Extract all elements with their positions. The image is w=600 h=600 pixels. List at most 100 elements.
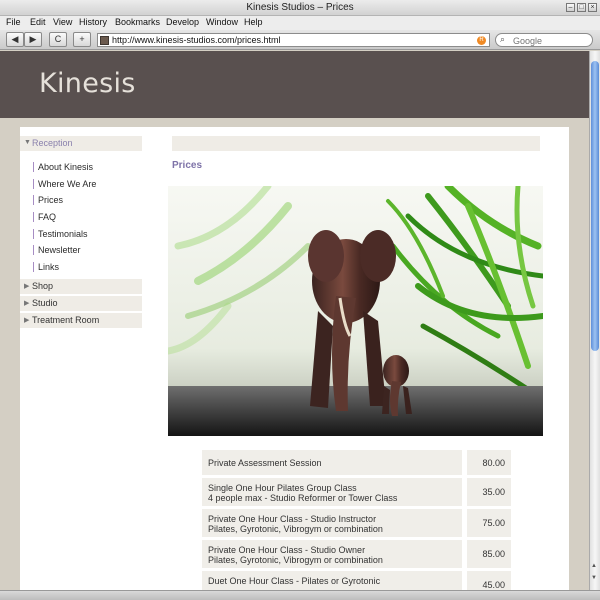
price-description: Private One Hour Class - Studio Instruct… (202, 509, 462, 537)
sidebar-item-faq[interactable]: FAQ (20, 209, 142, 226)
price-description-line: Duet One Hour Class - Pilates or Gyroton… (208, 576, 381, 586)
collapsed-arrow-icon: ▶ (24, 299, 30, 307)
menu-develop[interactable]: Develop (166, 17, 199, 27)
sidebar-nav: ▼ Reception About Kinesis Where We Are P… (20, 136, 142, 330)
price-value: 85.00 (467, 540, 511, 568)
price-row: Duet One Hour Class - Pilates or Gyroton… (202, 571, 511, 590)
vertical-scrollbar[interactable]: ▲ ▼ (589, 51, 600, 590)
add-icon: + (79, 34, 85, 44)
price-value: 45.00 (467, 571, 511, 590)
maximize-icon[interactable]: □ (577, 3, 586, 12)
expanded-arrow-icon: ▼ (24, 139, 31, 146)
price-value: 80.00 (467, 450, 511, 475)
browser-toolbar: ◀ ▶ C + http://www.kinesis-studios.com/p… (0, 30, 600, 50)
price-value: 75.00 (467, 509, 511, 537)
collapsed-arrow-icon: ▶ (24, 316, 30, 324)
price-description-line: 4 people max - Studio Reformer or Tower … (208, 493, 398, 503)
sidebar-item-label: Prices (38, 195, 64, 206)
sidebar-item-newsletter[interactable]: Newsletter (20, 242, 142, 259)
minimize-icon[interactable]: – (566, 3, 575, 12)
web-viewport: Kinesis ▼ Reception About Kinesis Where … (0, 51, 589, 590)
sidebar-item-label: Where We Are (38, 178, 97, 189)
price-description: Duet One Hour Class - Pilates or Gyroton… (202, 571, 462, 590)
status-bar (0, 590, 600, 600)
sidebar-item-links[interactable]: Links (20, 259, 142, 276)
price-description: Private Assessment Session (202, 450, 462, 475)
scroll-up-icon[interactable]: ▲ (591, 563, 597, 569)
search-box[interactable]: ⌕ (495, 33, 593, 47)
window-title: Kinesis Studios – Prices (246, 2, 354, 13)
content-top-band (172, 136, 540, 151)
sidebar-item-label: Testimonials (38, 228, 88, 239)
elephant-photo (168, 186, 543, 436)
sidebar-section-label: Studio (32, 297, 58, 308)
sidebar-section-treatment-room[interactable]: ▶ Treatment Room (20, 312, 142, 328)
sidebar-section-studio[interactable]: ▶ Studio (20, 295, 142, 311)
item-marker (33, 195, 34, 206)
price-description-line: Private Assessment Session (208, 458, 322, 468)
menu-help[interactable]: Help (244, 17, 263, 27)
sidebar-section-shop[interactable]: ▶ Shop (20, 278, 142, 294)
scrollbar-thumb[interactable] (591, 61, 599, 351)
item-marker (33, 262, 34, 273)
url-text[interactable]: http://www.kinesis-studios.com/prices.ht… (112, 35, 281, 45)
price-row: Single One Hour Pilates Group Class 4 pe… (202, 478, 511, 506)
item-marker (33, 245, 34, 256)
price-description-line: Single One Hour Pilates Group Class (208, 483, 357, 493)
menu-file[interactable]: File (6, 17, 21, 27)
menu-edit[interactable]: Edit (30, 17, 46, 27)
price-description: Single One Hour Pilates Group Class 4 pe… (202, 478, 462, 506)
menu-bookmarks[interactable]: Bookmarks (115, 17, 160, 27)
sidebar-item-where-we-are[interactable]: Where We Are (20, 176, 142, 193)
scroll-down-icon[interactable]: ▼ (591, 575, 597, 581)
price-description-line: Private One Hour Class - Studio Instruct… (208, 514, 377, 524)
sidebar-item-prices[interactable]: Prices (20, 192, 142, 209)
price-description: Private One Hour Class - Studio Owner Pi… (202, 540, 462, 568)
back-button[interactable]: ◀ (6, 32, 24, 47)
item-marker (33, 228, 34, 239)
sidebar-item-about-kinesis[interactable]: About Kinesis (20, 159, 142, 176)
menu-view[interactable]: View (53, 17, 72, 27)
price-row: Private One Hour Class - Studio Instruct… (202, 509, 511, 537)
price-description-line: Pilates, Gyrotonic, Vibrogym or combinat… (208, 524, 383, 534)
menu-window[interactable]: Window (206, 17, 238, 27)
item-marker (33, 178, 34, 189)
window-titlebar: Kinesis Studios – Prices – □ × (0, 0, 600, 16)
price-list: Private Assessment Session 80.00 Single … (202, 450, 511, 590)
back-icon: ◀ (11, 34, 19, 44)
sidebar-item-testimonials[interactable]: Testimonials (20, 226, 142, 243)
price-value: 35.00 (467, 478, 511, 506)
forward-icon: ▶ (29, 34, 37, 44)
sidebar-item-label: FAQ (38, 212, 57, 223)
address-bar[interactable]: http://www.kinesis-studios.com/prices.ht… (97, 33, 490, 47)
sidebar-section-label: Reception (32, 138, 73, 148)
sidebar-item-label: Newsletter (38, 245, 81, 256)
add-bookmark-button[interactable]: + (73, 32, 91, 47)
menu-history[interactable]: History (79, 17, 107, 27)
price-description-line: Private One Hour Class - Studio Owner (208, 545, 366, 555)
rss-icon[interactable]: R (477, 36, 486, 45)
close-icon[interactable]: × (588, 3, 597, 12)
menu-bar: File Edit View History Bookmarks Develop… (0, 16, 600, 30)
price-row: Private One Hour Class - Studio Owner Pi… (202, 540, 511, 568)
price-description-line: Pilates, Gyrotonic, Vibrogym or combinat… (208, 555, 383, 565)
sidebar-section-label: Treatment Room (32, 314, 100, 325)
page-panel: ▼ Reception About Kinesis Where We Are P… (20, 127, 569, 590)
reload-icon: C (54, 34, 62, 44)
favicon-icon (100, 36, 109, 45)
page-title: Prices (172, 160, 203, 171)
sidebar-section-reception[interactable]: ▼ Reception (20, 136, 142, 151)
site-logo[interactable]: Kinesis (39, 68, 136, 99)
collapsed-arrow-icon: ▶ (24, 282, 30, 290)
search-icon: ⌕ (500, 34, 506, 44)
search-input[interactable] (513, 35, 589, 46)
sidebar-item-label: Links (38, 262, 60, 273)
forward-button[interactable]: ▶ (24, 32, 42, 47)
item-marker (33, 212, 34, 223)
item-marker (33, 162, 34, 172)
site-header: Kinesis (0, 51, 589, 118)
elephant-photo-illustration (168, 186, 543, 436)
price-row: Private Assessment Session 80.00 (202, 450, 511, 475)
reload-button[interactable]: C (49, 32, 67, 47)
sidebar-section-label: Shop (32, 280, 54, 291)
